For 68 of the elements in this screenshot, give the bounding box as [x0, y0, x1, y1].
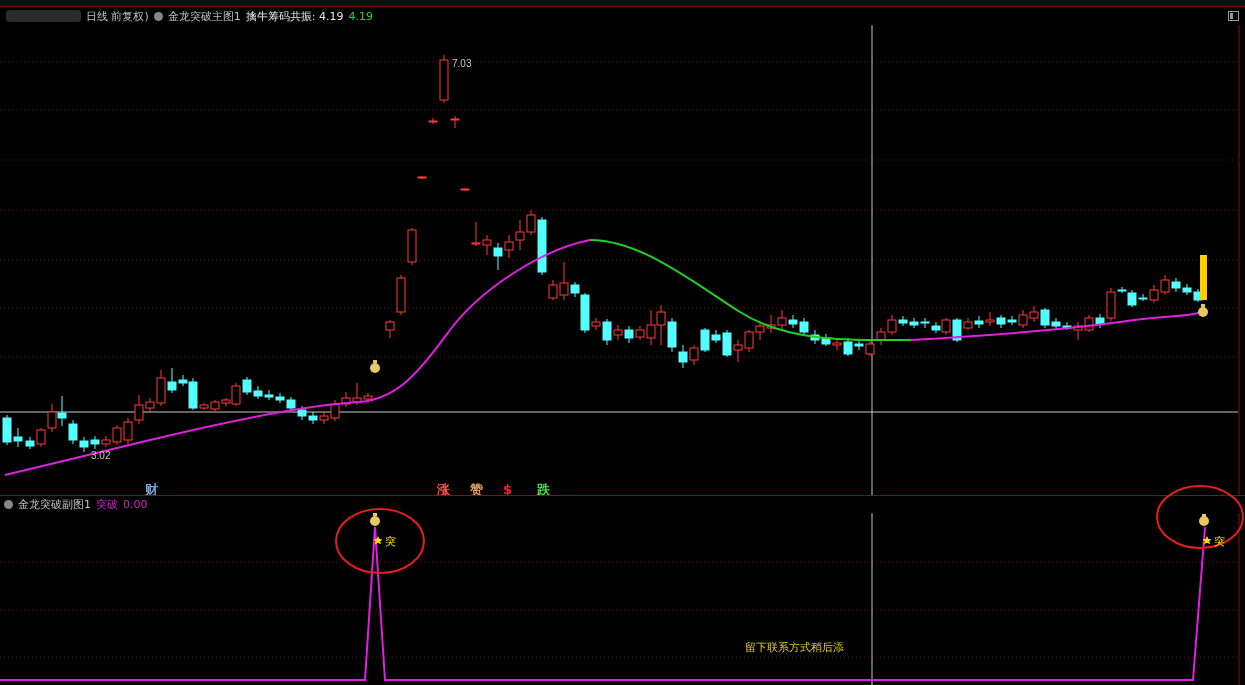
candlestick [1029, 305, 1039, 323]
signal-marker: 跌 [537, 482, 550, 495]
candlestick [920, 317, 930, 329]
indicator-value: 0.00 [123, 498, 148, 511]
candlestick [1084, 314, 1094, 333]
candlestick [385, 319, 395, 339]
candlestick [974, 315, 984, 329]
candlestick [482, 234, 492, 256]
star-icon [373, 536, 383, 545]
indicator-name: 金龙突破主图1 [167, 8, 241, 24]
candlestick [242, 376, 252, 396]
signal-label: 突 [385, 535, 396, 548]
candlestick [985, 311, 995, 327]
candlestick [417, 175, 427, 180]
candlestick [744, 329, 754, 353]
panel-icon[interactable] [1228, 11, 1239, 21]
candlestick [810, 329, 820, 345]
candlestick [471, 221, 481, 247]
price-label: 3.02 [91, 450, 111, 461]
period-label: 日线 前复权) [86, 8, 149, 24]
highlight-bar [1200, 255, 1207, 300]
candlestick [450, 115, 460, 129]
candlestick [308, 411, 318, 425]
candlestick [799, 317, 809, 336]
candlestick [909, 317, 919, 329]
note-text: 留下联系方式稍后添 [745, 641, 844, 654]
candlestick [504, 234, 514, 259]
candlestick [656, 304, 666, 346]
candlestick [407, 227, 417, 266]
signal-marker: $ [503, 482, 513, 495]
candlestick [1182, 283, 1192, 296]
candlestick [253, 385, 263, 400]
candlestick [297, 405, 307, 421]
candlestick [755, 321, 765, 341]
candlestick [57, 395, 67, 427]
candlestick [396, 274, 406, 316]
candlestick [90, 435, 100, 450]
candlestick [876, 327, 886, 346]
money-bag-icon [370, 360, 380, 373]
price-label: 7.03 [452, 58, 472, 69]
indicator-label: 擒牛筹码共振: 4.19 [245, 8, 344, 24]
indicator-name: 金龙突破副图1 [18, 497, 91, 512]
indicator-label: 突破 [96, 497, 118, 512]
candlestick [264, 389, 274, 401]
money-bag-icon [370, 513, 380, 526]
candlestick [493, 242, 503, 271]
candlestick [286, 396, 296, 412]
candlestick [460, 187, 470, 192]
candlestick [766, 314, 776, 334]
candlestick [1171, 277, 1181, 293]
candlestick [996, 314, 1006, 329]
candlestick [47, 403, 57, 433]
money-bag-icon [1198, 304, 1208, 317]
candlestick [341, 391, 351, 408]
indicator-value: 4.19 [348, 9, 373, 23]
candlestick [1160, 274, 1170, 296]
candlestick [821, 333, 831, 347]
star-icon [1202, 536, 1212, 545]
dropdown-icon[interactable] [153, 11, 163, 21]
dropdown-icon[interactable] [4, 500, 13, 509]
candlestick [689, 344, 699, 366]
candlestick [515, 219, 525, 251]
candlestick [123, 417, 133, 445]
money-bag-icon [1199, 514, 1209, 526]
candlestick [439, 54, 449, 104]
candlestick [733, 339, 743, 363]
candlestick [624, 325, 634, 344]
candlestick [275, 392, 285, 404]
